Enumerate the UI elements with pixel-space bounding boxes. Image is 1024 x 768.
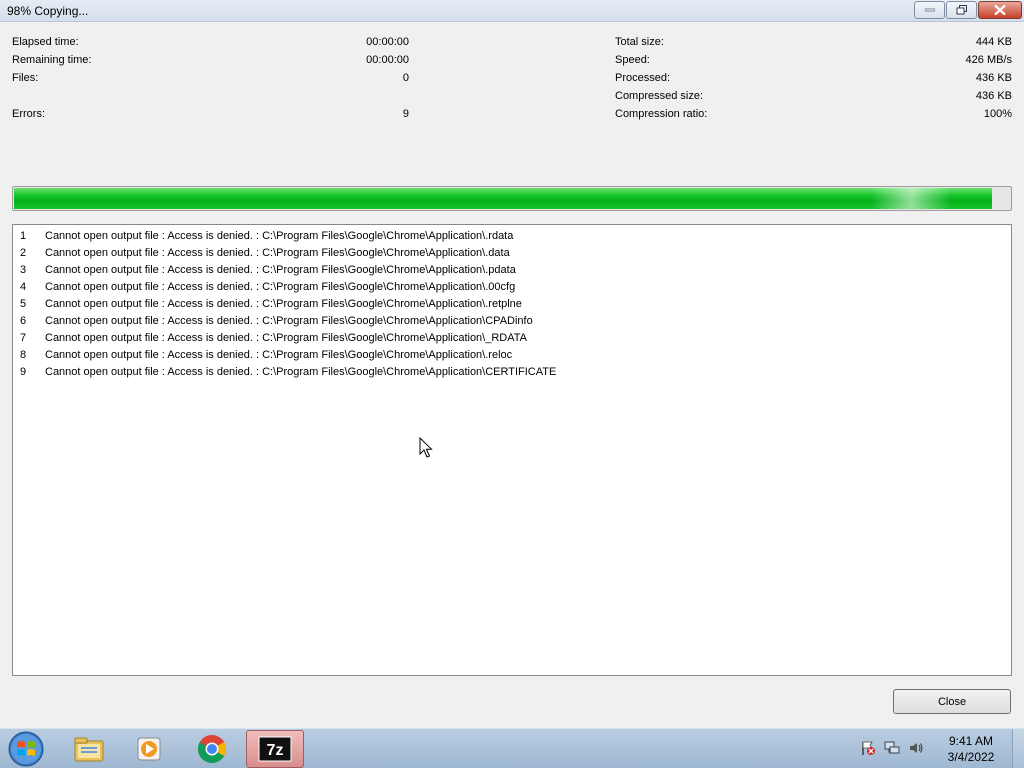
error-row[interactable]: 9 Cannot open output file : Access is den… [13, 363, 1011, 380]
stat-label: Total size: [615, 36, 664, 48]
stat-remaining-time: Remaining time: 00:00:00 [12, 54, 409, 68]
stat-elapsed-time: Elapsed time: 00:00:00 [12, 36, 409, 50]
stat-compression-ratio: Compression ratio: 100% [615, 108, 1012, 122]
minimize-icon [924, 8, 935, 12]
stat-label: Speed: [615, 54, 650, 66]
stat-value: 436 KB [975, 72, 1012, 84]
stat-processed: Processed: 436 KB [615, 72, 1012, 86]
taskbar-7zip[interactable]: 7z [246, 730, 304, 768]
error-message: Cannot open output file : Access is deni… [45, 281, 516, 293]
stat-files: Files: 0 [12, 72, 409, 86]
stat-label: Elapsed time: [12, 36, 79, 48]
stat-label: Remaining time: [12, 54, 92, 66]
stat-label: Compression ratio: [615, 108, 708, 120]
error-message: Cannot open output file : Access is deni… [45, 366, 557, 378]
media-player-icon [137, 737, 161, 761]
network-icon [884, 741, 900, 753]
stat-value: 100% [983, 108, 1012, 120]
show-desktop-button[interactable] [1012, 729, 1024, 768]
error-number: 6 [20, 315, 27, 327]
stat-compressed-size: Compressed size: 436 KB [615, 90, 1012, 104]
stat-value: 426 MB/s [965, 54, 1012, 66]
window-title: 98% Copying... [7, 4, 89, 18]
error-number: 5 [20, 298, 27, 310]
stat-label: Files: [12, 72, 39, 84]
error-number: 3 [20, 264, 27, 276]
error-row[interactable]: 5 Cannot open output file : Access is den… [13, 295, 1011, 312]
sevenzip-label: 7z [267, 742, 284, 759]
restore-button[interactable] [946, 1, 977, 19]
window-title-bar[interactable]: 98% Copying... [0, 0, 1024, 22]
stat-value: 00:00:00 [366, 36, 409, 48]
windows-start-icon [8, 731, 44, 767]
stat-label: Compressed size: [615, 90, 704, 102]
stat-value: 00:00:00 [366, 54, 409, 66]
error-message: Cannot open output file : Access is deni… [45, 230, 514, 242]
tray-action-center[interactable] [860, 740, 876, 759]
error-message: Cannot open output file : Access is deni… [45, 298, 522, 310]
error-number: 7 [20, 332, 27, 344]
window-controls [913, 1, 1022, 19]
clock-date: 3/4/2022 [947, 750, 995, 764]
error-message: Cannot open output file : Access is deni… [45, 247, 510, 259]
tray-network[interactable] [884, 740, 900, 759]
stat-value: 0 [402, 72, 409, 84]
stat-value: 444 KB [975, 36, 1012, 48]
error-number: 2 [20, 247, 27, 259]
restore-icon [956, 5, 967, 15]
volume-icon [910, 742, 923, 753]
stat-value: 9 [402, 108, 409, 120]
minimize-button[interactable] [914, 1, 945, 19]
tray-volume[interactable] [908, 740, 924, 759]
stat-label: Errors: [12, 108, 45, 120]
error-message: Cannot open output file : Access is deni… [45, 349, 513, 361]
error-number: 4 [20, 281, 27, 293]
stat-label: Processed: [615, 72, 671, 84]
error-row[interactable]: 6 Cannot open output file : Access is den… [13, 312, 1011, 329]
7zip-icon: 7z [258, 736, 292, 762]
start-button[interactable] [6, 730, 46, 768]
error-row[interactable]: 3 Cannot open output file : Access is den… [13, 261, 1011, 278]
error-row[interactable]: 8 Cannot open output file : Access is den… [13, 346, 1011, 363]
error-message: Cannot open output file : Access is deni… [45, 315, 533, 327]
stat-speed: Speed: 426 MB/s [615, 54, 1012, 68]
error-number: 1 [20, 230, 27, 242]
stat-value: 436 KB [975, 90, 1012, 102]
error-number: 9 [20, 366, 27, 378]
error-row[interactable]: 7 Cannot open output file : Access is den… [13, 329, 1011, 346]
close-icon [994, 4, 1006, 16]
file-explorer-icon [74, 737, 104, 762]
error-number: 8 [20, 349, 27, 361]
error-message: Cannot open output file : Access is deni… [45, 264, 516, 276]
action-center-flag-icon [862, 741, 875, 755]
taskbar-file-explorer[interactable] [60, 730, 118, 768]
taskbar: 7z 9:41 AM 3/4/2022 [0, 728, 1024, 768]
taskbar-media-player[interactable] [120, 730, 178, 768]
taskbar-chrome[interactable] [183, 730, 241, 768]
progress-glow [871, 188, 951, 209]
clock-time: 9:41 AM [948, 734, 994, 748]
stat-errors: Errors: 9 [12, 108, 409, 122]
close-window-button[interactable] [978, 1, 1022, 19]
taskbar-clock[interactable]: 9:41 AM 3/4/2022 [932, 733, 1010, 765]
stat-total-size: Total size: 444 KB [615, 36, 1012, 50]
close-button[interactable]: Close [893, 689, 1011, 714]
mouse-pointer-icon [419, 437, 433, 458]
system-tray: 9:41 AM 3/4/2022 [860, 729, 1010, 768]
error-list[interactable]: 1 Cannot open output file : Access is den… [12, 224, 1012, 676]
error-row[interactable]: 2 Cannot open output file : Access is den… [13, 244, 1011, 261]
error-row[interactable]: 4 Cannot open output file : Access is den… [13, 278, 1011, 295]
error-row[interactable]: 1 Cannot open output file : Access is den… [13, 227, 1011, 244]
progress-bar [12, 186, 1012, 211]
progress-fill [14, 188, 992, 209]
chrome-icon [198, 735, 226, 763]
error-message: Cannot open output file : Access is deni… [45, 332, 527, 344]
